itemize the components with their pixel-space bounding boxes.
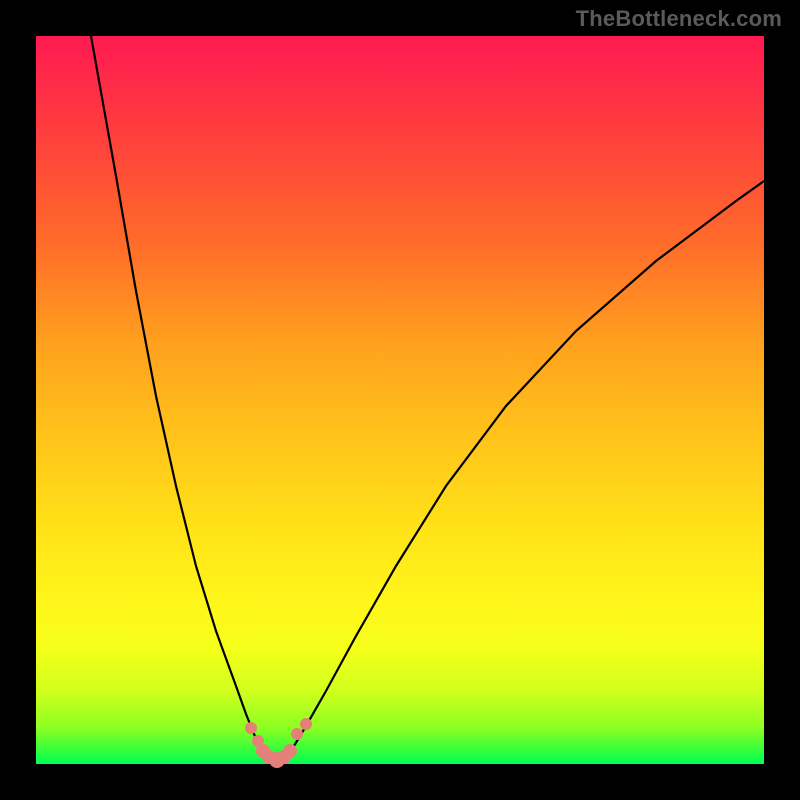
data-point-marker xyxy=(300,718,312,730)
curve-left-branch xyxy=(91,36,268,756)
data-point-marker xyxy=(283,744,297,758)
watermark-text: TheBottleneck.com xyxy=(576,6,782,32)
chart-plot-area xyxy=(36,36,764,764)
trough-markers xyxy=(245,718,312,768)
data-point-marker xyxy=(245,722,257,734)
chart-svg xyxy=(36,36,764,764)
data-point-marker xyxy=(291,728,303,740)
curve-right-branch xyxy=(286,181,764,756)
